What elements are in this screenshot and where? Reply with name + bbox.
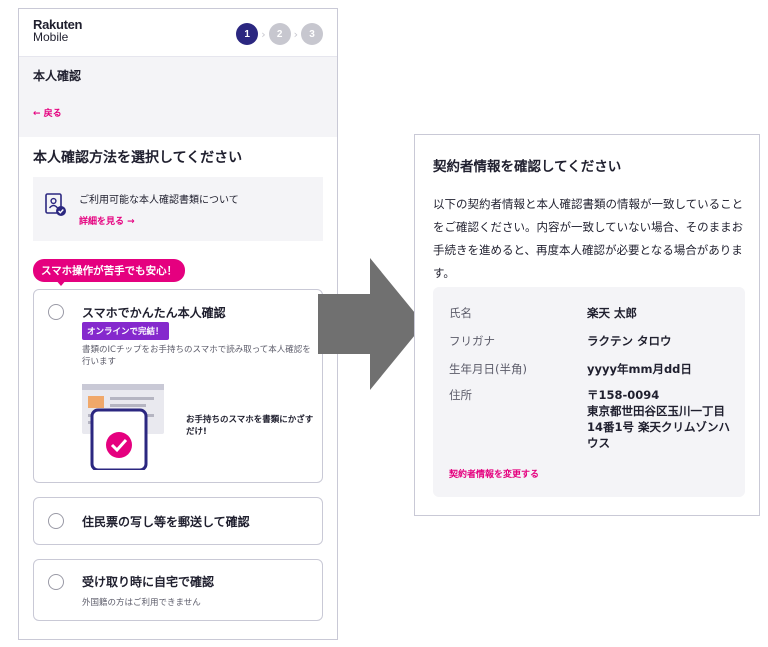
field-label: フリガナ (449, 334, 495, 348)
id-document-icon (45, 193, 66, 216)
field-value: yyyy年mm月dd日 (587, 362, 692, 376)
panel-title: 契約者情報を確認してください (433, 159, 622, 175)
right-arrow-icon (318, 258, 424, 390)
field-label: 生年月日(半角) (449, 362, 527, 376)
field-value: 〒158-0094 東京都世田谷区玉川一丁目14番1号 楽天クリムゾンハウス (587, 388, 731, 450)
field-birthdate: 生年月日(半角) yyyy年mm月dd日 (449, 361, 737, 377)
contract-info-panel: 契約者情報を確認してください 以下の契約者情報と本人確認書類の情報が一致している… (414, 134, 760, 516)
see-details-link[interactable]: 詳細を見る → (79, 214, 239, 227)
option-home-delivery-check[interactable]: 受け取り時に自宅で確認 外国籍の方はご利用できません (33, 559, 323, 621)
field-furigana: フリガナ ラクテン タロウ (449, 333, 737, 349)
field-label: 住所 (449, 388, 472, 402)
field-value: 楽天 太郎 (587, 306, 638, 320)
step-2: 2 (268, 23, 291, 45)
option-mail-resident-record[interactable]: 住民票の写し等を郵送して確認 (33, 497, 323, 545)
step-indicator: 1 › 2 › 3 (236, 23, 323, 45)
radio-button[interactable] (48, 574, 64, 590)
option-label: スマホでかんたん本人確認 (82, 306, 226, 320)
id-documents-info: ご利用可能な本人確認書類について 詳細を見る → (33, 177, 323, 241)
option-label: 受け取り時に自宅で確認 (82, 575, 215, 589)
panel-description: 以下の契約者情報と本人確認書類の情報が一致していることをご確認ください。内容が一… (433, 197, 744, 280)
logo-line2: Mobile (33, 30, 69, 44)
field-value: ラクテン タロウ (587, 334, 672, 348)
radio-button[interactable] (48, 304, 64, 320)
illustration-caption: お手持ちのスマホを書類にかざすだけ! (186, 415, 314, 437)
option-label: 住民票の写し等を郵送して確認 (82, 515, 250, 529)
change-contract-info-link[interactable]: 契約者情報を変更する (449, 467, 539, 480)
page-title: 本人確認方法を選択してください (33, 150, 243, 166)
field-name: 氏名 楽天 太郎 (449, 305, 737, 321)
info-text: ご利用可能な本人確認書類について (79, 195, 239, 206)
step-chevron-icon: › (293, 27, 298, 41)
app-header: Rakuten Mobile 1 › 2 › 3 (19, 9, 337, 57)
rakuten-mobile-logo: Rakuten Mobile (33, 18, 83, 44)
phone-screen: Rakuten Mobile 1 › 2 › 3 本人確認 ← 戻る 本人確認方… (18, 8, 338, 640)
online-complete-badge: オンラインで完結！ (82, 322, 169, 340)
step-3: 3 (301, 23, 323, 45)
option-note: 外国籍の方はご利用できません (82, 598, 201, 608)
radio-button[interactable] (48, 513, 64, 529)
step-1: 1 (236, 23, 259, 45)
phone-scan-illustration (82, 384, 164, 470)
step-chevron-icon: › (261, 27, 266, 41)
back-link[interactable]: ← 戻る (33, 106, 323, 119)
field-address: 住所 〒158-0094 東京都世田谷区玉川一丁目14番1号 楽天クリムゾンハウ… (449, 387, 737, 451)
option-smartphone-verification[interactable]: スマホでかんたん本人確認 オンラインで完結！ 書類のICチップをお手持ちのスマホ… (33, 289, 323, 483)
option-description: 書類のICチップをお手持ちのスマホで読み取って本人確認を行います (82, 345, 311, 367)
field-label: 氏名 (449, 306, 472, 320)
section-heading: 本人確認 (33, 69, 82, 83)
promo-bubble-tail (55, 279, 67, 286)
section-band: 本人確認 ← 戻る (19, 57, 337, 137)
contract-info-card: 氏名 楽天 太郎 フリガナ ラクテン タロウ 生年月日(半角) yyyy年mm月… (433, 287, 745, 497)
